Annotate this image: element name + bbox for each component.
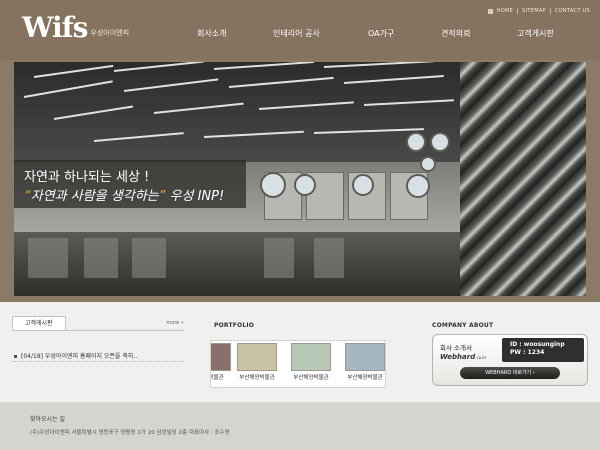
slogan-line-2: “자연과 사람을 생각하는” 우성 INP! [24,185,224,204]
porthole-window [406,132,426,152]
divider [12,330,184,331]
nav-item-company[interactable]: 회사소개 [197,28,226,39]
portfolio-title: PORTFOLIO [214,322,255,329]
main-visual-image: 자연과 하나되는 세상 ! “자연과 사람을 생각하는” 우성 INP! [14,62,586,296]
more-link[interactable]: more » [166,320,184,326]
util-link-sitemap[interactable]: SITEMAP [522,8,546,14]
nav-item-board[interactable]: 고객게시판 [517,28,554,39]
portfolio-thumbnail [345,343,385,371]
utility-nav: HOME SITEMAP CONTACT US [487,8,590,14]
portfolio-label: 해양박물관 [211,375,224,381]
light-strip [203,130,304,138]
nav-item-estimate[interactable]: 견적의뢰 [441,28,470,39]
portfolio-section: PORTFOLIO 해양박물관 부산해양박물관 부산해양박물관 부산해양박물관 [210,322,394,388]
company-about-section: COMPANY ABOUT 회사 소개서 Webhard.co.kr ID : … [432,322,592,386]
main-nav: 회사소개 인테리어 공사 OA가구 견적의뢰 고객게시판 [0,28,600,44]
light-strip [323,62,434,68]
porthole-window [260,172,286,198]
portfolio-item[interactable]: 해양박물관 [211,343,233,381]
footer-company-info: (주)우성아이엔피 서울특별시 영등포구 양평동 2가 20 삼광빌딩 2층 대… [30,430,230,436]
slogan-brand: 우성 INP! [169,189,225,204]
bullet-icon [14,355,17,358]
portfolio-thumbnail [211,343,231,371]
list-item[interactable]: [04/18] 우성아이엔피 홈페이지 오픈을 축하.. [14,351,137,360]
webhard-shortcut-button[interactable]: WEBHARD 바로가기 › [460,367,560,379]
site-footer: 찾아오시는 길 (주)우성아이엔피 서울특별시 영등포구 양평동 2가 20 삼… [0,402,600,450]
portfolio-label: 부산해양박물관 [347,375,383,381]
util-link-home[interactable]: HOME [497,8,513,14]
portfolio-item[interactable]: 부산해양박물관 [235,343,279,381]
portfolio-thumbnail [237,343,277,371]
light-strip [228,76,334,88]
util-link-contact[interactable]: CONTACT US [555,8,590,14]
webhard-logo-text: Webhard [440,353,476,361]
webhard-credentials: ID : woosunginp PW : 1234 [502,338,584,362]
divider [12,361,184,362]
visual-ceiling [14,62,460,162]
quote-open: “ [24,189,31,204]
company-intro-link[interactable]: 회사 소개서 [440,342,472,352]
tab-customer-board[interactable]: 고객게시판 [12,316,66,331]
main-visual-frame: 자연과 하나되는 세상 ! “자연과 사람을 생각하는” 우성 INP! [0,60,600,302]
portfolio-label: 부산해양박물관 [293,375,329,381]
visual-floor [14,232,460,296]
slogan-quote-text: 자연과 사람을 생각하는 [30,189,159,204]
nav-item-oa-furniture[interactable]: OA가구 [368,28,394,39]
company-title: COMPANY ABOUT [432,322,494,329]
floor-reflection [28,238,68,278]
site-header: Wifs 우성아이엔피 HOME SITEMAP CONTACT US 회사소개… [0,0,600,60]
quote-close: ” [158,189,166,204]
home-square-icon [487,8,493,14]
porthole-window [352,174,374,196]
portfolio-strip: 해양박물관 부산해양박물관 부산해양박물관 부산해양박물관 [210,340,386,388]
portfolio-item[interactable]: 부산해양박물관 [289,343,333,381]
slogan-line-1: 자연과 하나되는 세상 ! [24,170,150,185]
webhard-logo-suffix: .co.kr [475,355,487,360]
light-strip [213,62,314,70]
light-strip [258,101,354,110]
divider [517,8,519,14]
light-strip [313,128,424,134]
porthole-window [406,174,430,198]
light-strip [343,75,444,84]
portfolio-label: 부산해양박물관 [239,375,275,381]
light-strip [93,132,184,142]
nav-item-interior[interactable]: 인테리어 공사 [273,28,320,39]
webhard-id: ID : woosunginp [510,341,565,348]
portfolio-thumbnail [291,343,331,371]
porthole-window [420,156,436,172]
floor-reflection [84,238,118,278]
porthole-window [430,132,450,152]
webhard-logo[interactable]: Webhard.co.kr [440,353,486,361]
porthole-window [294,174,316,196]
light-strip [53,105,134,120]
divider [549,8,551,14]
light-strip [33,64,114,78]
footer-directions-title[interactable]: 찾아오시는 길 [30,414,65,423]
floor-reflection [314,238,344,278]
light-strip [113,62,204,72]
light-strip [23,80,113,98]
light-strip [363,99,454,106]
portfolio-item[interactable]: 부산해양박물관 [343,343,385,381]
floor-reflection [264,238,294,278]
light-strip [123,78,219,92]
content-row: 고객게시판 more » [04/18] 우성아이엔피 홈페이지 오픈을 축하.… [0,302,600,402]
list-item-text: [04/18] 우성아이엔피 홈페이지 오픈을 축하.. [21,353,138,360]
textured-glass-wall [460,62,586,296]
webhard-pw: PW : 1234 [510,349,545,356]
light-strip [153,102,244,114]
floor-reflection [132,238,166,278]
